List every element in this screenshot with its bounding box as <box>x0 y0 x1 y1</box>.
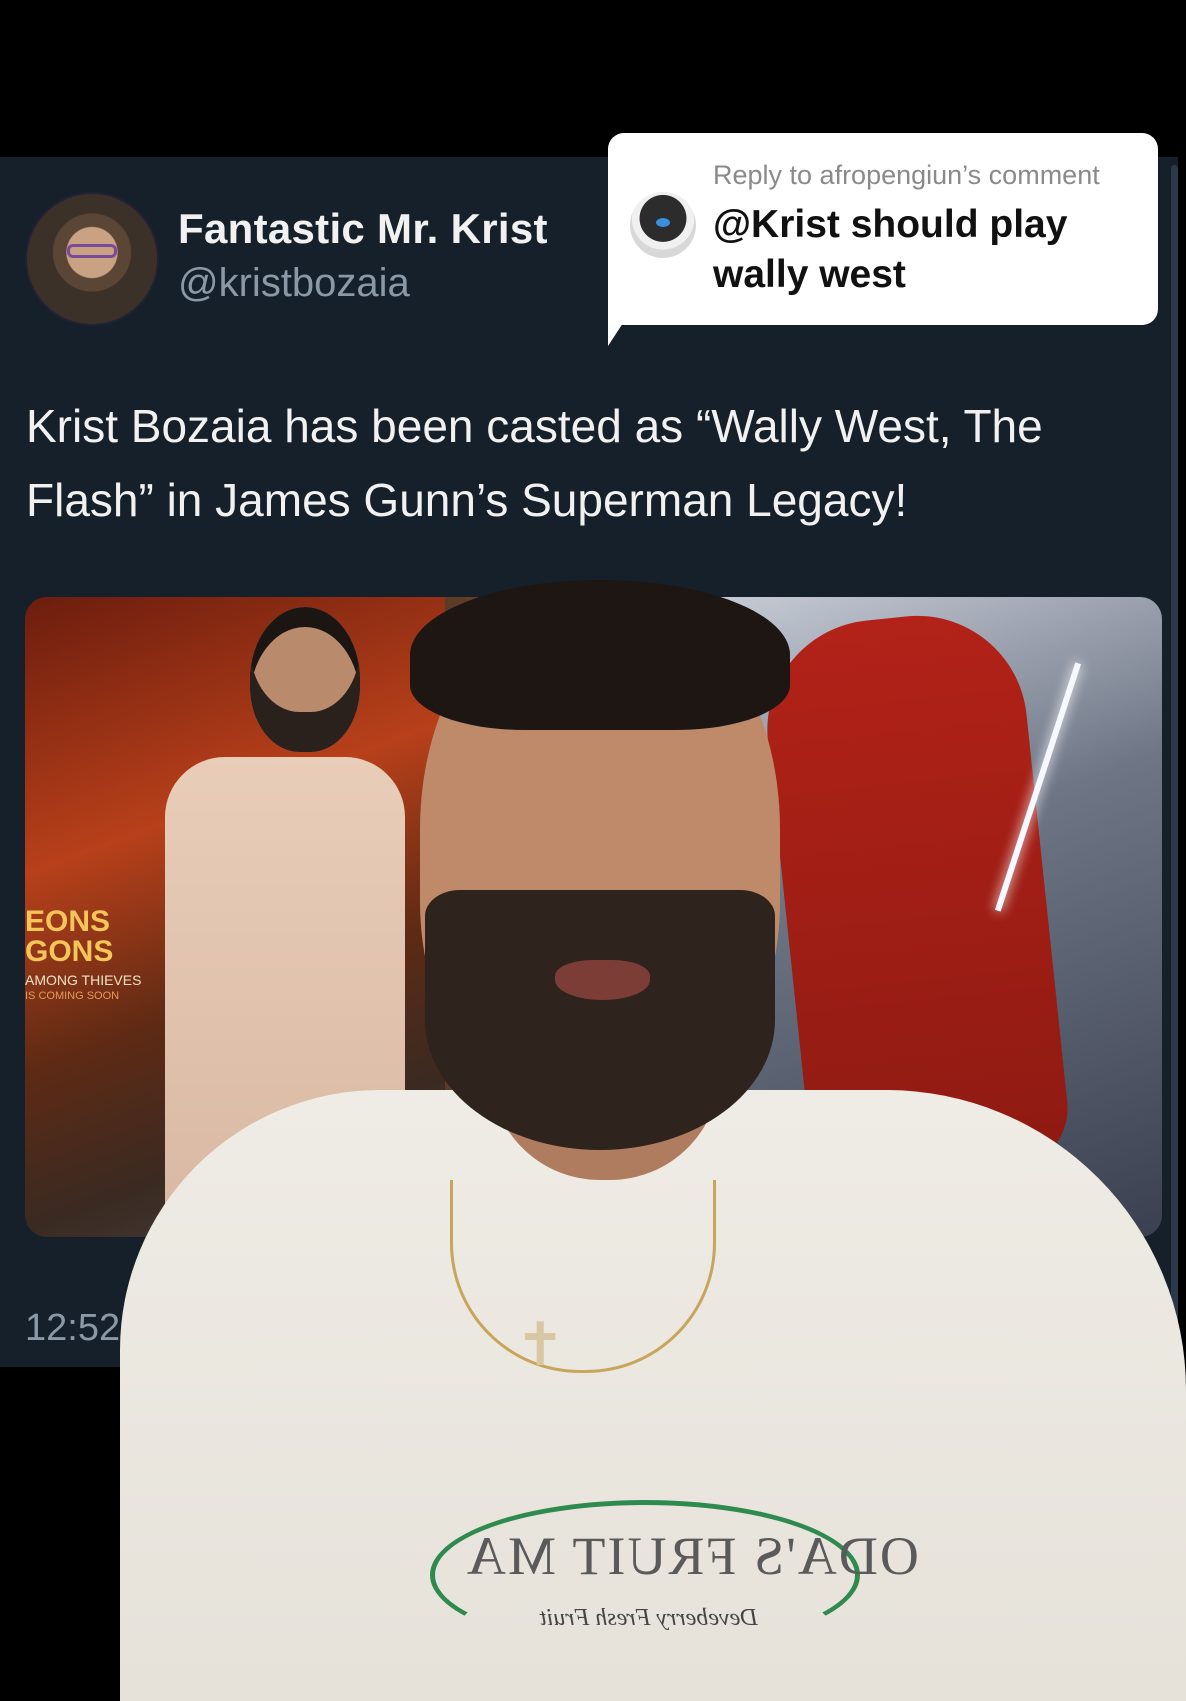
presenter-mouth <box>555 960 650 1000</box>
author-handle[interactable]: @kristbozaia <box>178 261 410 306</box>
cross-pendant-icon: ✝ <box>515 1311 566 1378</box>
shirt-logo-script: Deveberry Fresh Fruit <box>540 1605 758 1631</box>
author-display-name[interactable]: Fantastic Mr. Krist <box>178 205 548 253</box>
reply-caption: Reply to afropengiun’s comment <box>713 160 1100 190</box>
commenter-avatar[interactable] <box>630 192 696 258</box>
presenter-hair <box>410 580 790 730</box>
reply-bubble-tail <box>608 300 638 346</box>
author-avatar[interactable] <box>25 192 159 326</box>
presenter-beard <box>425 890 775 1150</box>
poster-tagline: IS COMING SOON <box>25 990 120 1002</box>
glasses-icon <box>67 244 117 258</box>
reply-comment-text: @Krist should play wally west <box>713 203 1068 296</box>
shirt-logo-text: ODA'S FRUIT MA <box>465 1526 919 1586</box>
tweet-text: Krist Bozaia has been casted as “Wally W… <box>26 400 1043 526</box>
presenter-video-overlay: ODA'S FRUIT MA Deveberry Fresh Fruit ✝ <box>120 580 1186 1701</box>
